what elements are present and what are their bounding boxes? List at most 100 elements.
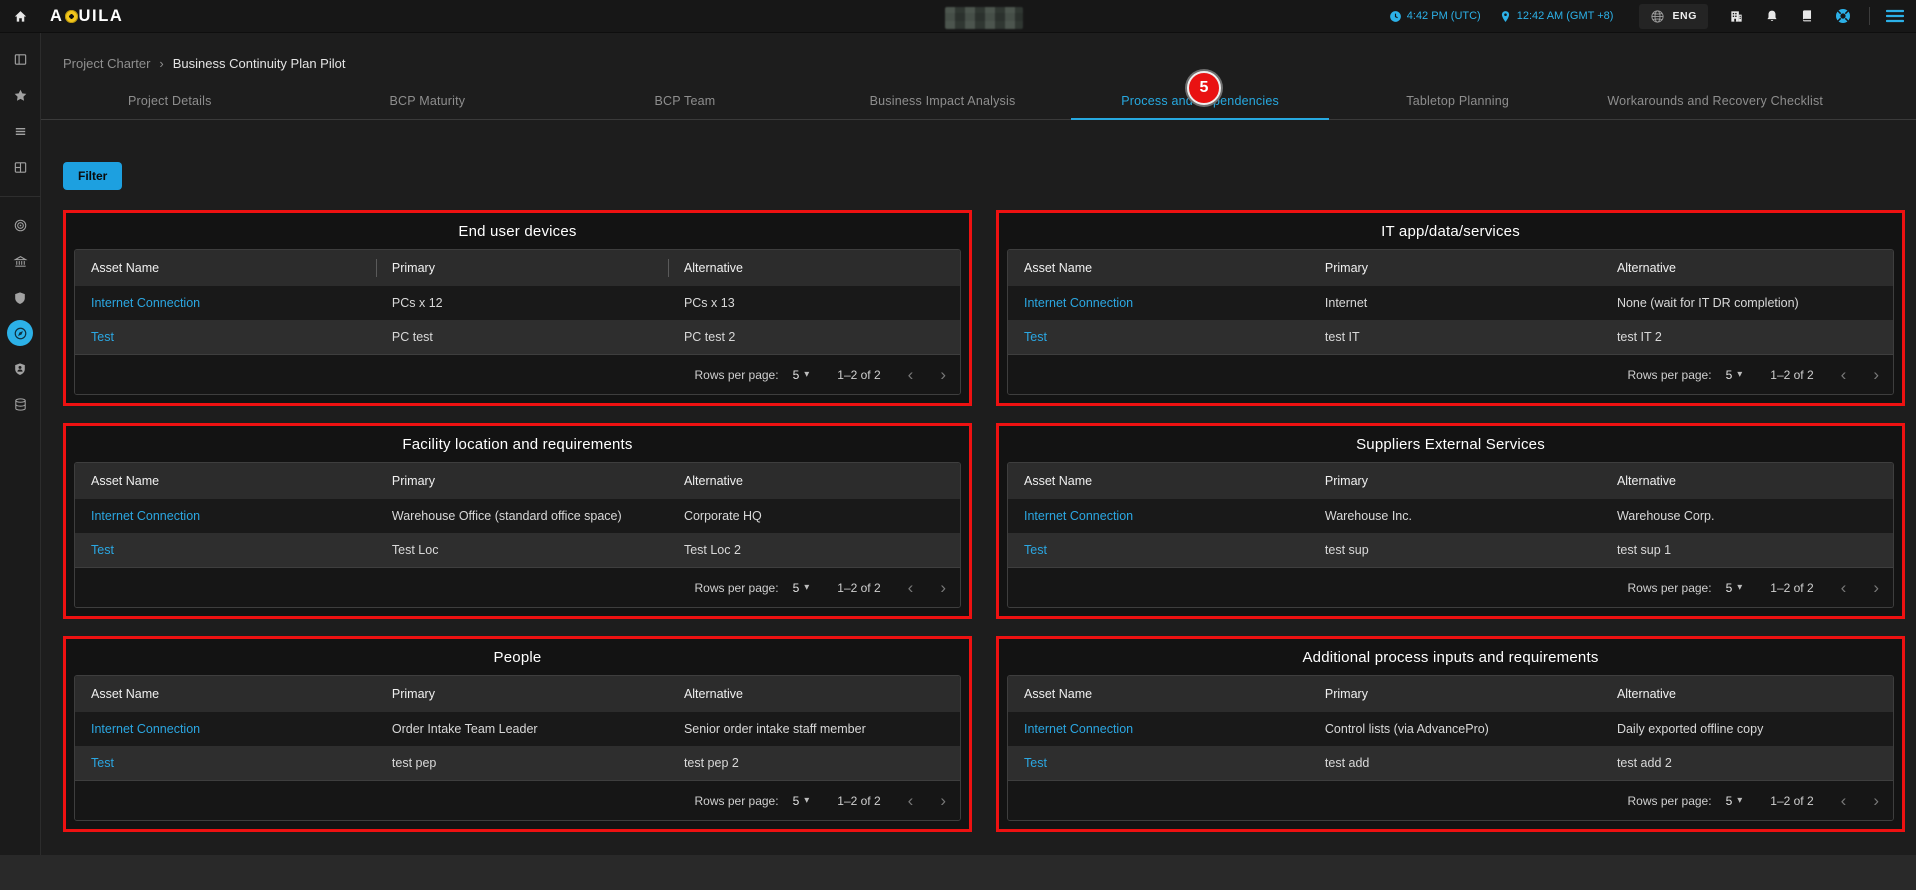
sidebar-item-shield[interactable]	[5, 284, 35, 311]
rows-per-page-label: Rows per page:	[1628, 581, 1712, 595]
previous-page-button[interactable]: ‹	[908, 792, 914, 809]
annotation-highlight-box: Facility location and requirementsAsset …	[63, 423, 972, 619]
tab-project-details[interactable]: Project Details	[41, 86, 299, 119]
chevron-down-icon: ▾	[1737, 370, 1742, 380]
table-cell: Test Loc	[376, 543, 668, 557]
home-icon	[13, 9, 28, 24]
table-cell: PC test 2	[668, 330, 960, 344]
chevron-down-icon: ▾	[804, 583, 809, 593]
pagination-range: 1–2 of 2	[837, 581, 880, 595]
column-header-asset-name: Asset Name	[1008, 676, 1309, 712]
sidebar-item-table-layout[interactable]	[5, 154, 35, 181]
language-selector[interactable]: ENG	[1639, 4, 1708, 29]
language-label: ENG	[1672, 10, 1697, 22]
rows-per-page-select[interactable]: 5▾	[793, 368, 810, 382]
sidebar-item-star[interactable]	[5, 82, 35, 109]
asset-link[interactable]: Test	[1008, 330, 1309, 344]
rows-per-page-value: 5	[1726, 794, 1733, 808]
asset-link[interactable]: Test	[75, 330, 376, 344]
sidebar-item-shield-user[interactable]	[5, 355, 35, 382]
breadcrumb: Project Charter › Business Continuity Pl…	[41, 33, 1916, 71]
table-row: Internet ConnectionOrder Intake Team Lea…	[75, 712, 960, 746]
clock-icon	[1389, 10, 1402, 23]
asset-link[interactable]: Test	[1008, 543, 1309, 557]
sidebar-item-bank[interactable]	[5, 248, 35, 275]
sidebar-item-layout-sidebar[interactable]	[5, 46, 35, 73]
column-header-asset-name: Asset Name	[75, 463, 376, 499]
column-header-primary: Primary	[376, 250, 668, 286]
next-page-button[interactable]: ›	[940, 792, 946, 809]
rows-per-page-select[interactable]: 5▾	[793, 581, 810, 595]
table-cell: test sup	[1309, 543, 1601, 557]
asset-link[interactable]: Internet Connection	[1008, 509, 1309, 523]
table-cell: Control lists (via AdvancePro)	[1309, 722, 1601, 736]
table-cell: Internet	[1309, 296, 1601, 310]
next-page-button[interactable]: ›	[1873, 366, 1879, 383]
pagination-range: 1–2 of 2	[1770, 581, 1813, 595]
table-row: Testtest suptest sup 1	[1008, 533, 1893, 567]
home-button[interactable]	[0, 0, 41, 33]
rows-per-page-select[interactable]: 5▾	[1726, 794, 1743, 808]
tab-bcp-team[interactable]: BCP Team	[556, 86, 814, 119]
column-header-asset-name: Asset Name	[1008, 250, 1309, 286]
next-page-button[interactable]: ›	[1873, 792, 1879, 809]
rows-per-page-label: Rows per page:	[695, 794, 779, 808]
breadcrumb-current: Business Continuity Plan Pilot	[173, 56, 346, 71]
filter-button[interactable]: Filter	[63, 162, 122, 190]
asset-link[interactable]: Internet Connection	[1008, 722, 1309, 736]
asset-table-suppliers-external-services: Suppliers External ServicesAsset NamePri…	[999, 426, 1902, 608]
sidebar-item-menu-lines[interactable]	[5, 118, 35, 145]
column-header-alternative: Alternative	[668, 250, 960, 286]
table-row: Internet ConnectionInternetNone (wait fo…	[1008, 286, 1893, 320]
pagination-bar: Rows per page:5▾1–2 of 2‹›	[1008, 780, 1893, 820]
asset-link[interactable]: Internet Connection	[75, 509, 376, 523]
next-page-button[interactable]: ›	[1873, 579, 1879, 596]
previous-page-button[interactable]: ‹	[908, 366, 914, 383]
rows-per-page-select[interactable]: 5▾	[1726, 368, 1743, 382]
tab-workarounds-and-recovery-checklist[interactable]: Workarounds and Recovery Checklist	[1586, 86, 1844, 119]
column-header-asset-name: Asset Name	[75, 676, 376, 712]
sidebar-item-compass[interactable]	[7, 320, 33, 346]
asset-table: Asset NamePrimaryAlternativeInternet Con…	[74, 462, 961, 608]
asset-link[interactable]: Test	[75, 543, 376, 557]
main-menu-button[interactable]	[1886, 9, 1904, 23]
previous-page-button[interactable]: ‹	[908, 579, 914, 596]
column-header-primary: Primary	[1309, 250, 1601, 286]
table-cell: Daily exported offline copy	[1601, 722, 1893, 736]
next-page-button[interactable]: ›	[940, 579, 946, 596]
rows-per-page-value: 5	[1726, 368, 1733, 382]
asset-link[interactable]: Internet Connection	[75, 296, 376, 310]
asset-link[interactable]: Internet Connection	[1008, 296, 1309, 310]
help-ring-button[interactable]	[1835, 8, 1851, 24]
breadcrumb-parent[interactable]: Project Charter	[63, 56, 150, 71]
tab-tabletop-planning[interactable]: Tabletop Planning	[1329, 86, 1587, 119]
asset-link[interactable]: Internet Connection	[75, 722, 376, 736]
table-cell: PCs x 13	[668, 296, 960, 310]
asset-table: Asset NamePrimaryAlternativeInternet Con…	[74, 249, 961, 395]
rows-per-page-select[interactable]: 5▾	[793, 794, 810, 808]
tab-business-impact-analysis[interactable]: Business Impact Analysis	[814, 86, 1072, 119]
previous-page-button[interactable]: ‹	[1841, 366, 1847, 383]
previous-page-button[interactable]: ‹	[1841, 792, 1847, 809]
next-page-button[interactable]: ›	[940, 366, 946, 383]
pagination-range: 1–2 of 2	[837, 794, 880, 808]
sidebar-item-target[interactable]	[5, 212, 35, 239]
sidebar-item-database[interactable]	[5, 391, 35, 418]
table-cell: Test Loc 2	[668, 543, 960, 557]
bank-icon	[13, 254, 28, 269]
brand-logo: AUILA	[50, 7, 123, 26]
target-icon	[13, 218, 28, 233]
annotation-highlight-box: Additional process inputs and requiremen…	[996, 636, 1905, 832]
asset-link[interactable]: Test	[75, 756, 376, 770]
tab-bcp-maturity[interactable]: BCP Maturity	[299, 86, 557, 119]
asset-link[interactable]: Test	[1008, 756, 1309, 770]
rows-per-page-label: Rows per page:	[1628, 794, 1712, 808]
building-button[interactable]	[1729, 9, 1744, 24]
table-row: Testtest peptest pep 2	[75, 746, 960, 780]
rows-per-page-select[interactable]: 5▾	[1726, 581, 1743, 595]
asset-table: Asset NamePrimaryAlternativeInternet Con…	[1007, 249, 1894, 395]
bell-button[interactable]	[1765, 9, 1779, 23]
book-icon	[1800, 9, 1814, 23]
book-button[interactable]	[1800, 9, 1814, 23]
previous-page-button[interactable]: ‹	[1841, 579, 1847, 596]
